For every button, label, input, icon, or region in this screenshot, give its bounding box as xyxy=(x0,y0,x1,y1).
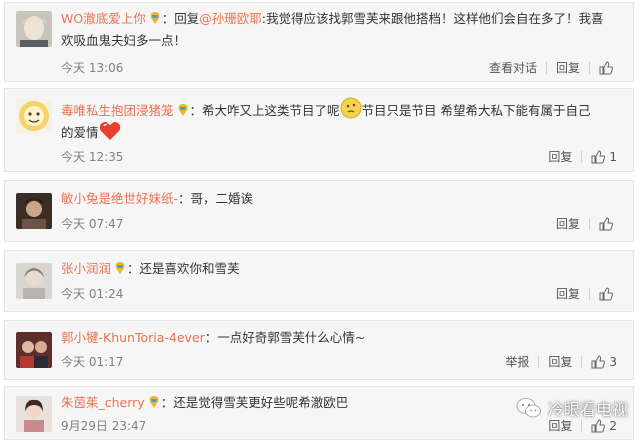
reply-label: ：回复 xyxy=(161,11,200,26)
reply-button[interactable]: 回复 xyxy=(547,286,589,302)
watermark: 冷眼看电视 xyxy=(516,396,628,420)
comment-card: 毒唯私生抱团浸猪笼 ：希大咋又上这类节目了呢 节目只是节目 希望希大私下能有属于自己… xyxy=(4,88,634,172)
username-link[interactable]: 毒唯私生抱团浸猪笼 xyxy=(61,103,174,118)
comment-text-line2: 欢吸血鬼夫妇多一点！ xyxy=(61,30,617,52)
reply-button[interactable]: 回复 xyxy=(547,60,589,76)
member-badge-icon xyxy=(176,102,190,116)
comment-time: 今天 13:06 xyxy=(61,61,124,75)
like-count: 2 xyxy=(609,419,617,433)
username-link[interactable]: 郭小犍-KhunToria-4ever xyxy=(61,330,205,345)
member-badge-icon xyxy=(148,10,162,24)
like-button[interactable]: 3 xyxy=(582,355,617,369)
comment-text-line1: 郭小犍-KhunToria-4ever：一点好奇郭雪芙什么心情~ xyxy=(61,327,617,349)
comment-text-line1: 敏小兔是绝世好妹纸-：哥，二婚诶 xyxy=(61,188,617,210)
comment-time: 今天 01:17 xyxy=(61,355,124,369)
like-button[interactable]: 1 xyxy=(582,150,617,164)
comment-text: ：一点好奇郭雪芙什么心情~ xyxy=(204,330,366,345)
like-button[interactable]: 2 xyxy=(582,419,617,433)
username-link[interactable]: 张小润润 xyxy=(61,261,111,276)
thumbs-up-icon xyxy=(591,355,606,369)
like-count: 1 xyxy=(609,150,617,164)
comment-card: 敏小兔是绝世好妹纸-：哥，二婚诶 今天 07:47 回复 xyxy=(4,180,634,242)
like-button[interactable] xyxy=(590,61,617,75)
reply-button[interactable]: 回复 xyxy=(547,216,589,232)
avatar[interactable] xyxy=(16,396,52,432)
watermark-text: 冷眼看电视 xyxy=(547,400,628,419)
avatar[interactable] xyxy=(16,332,52,368)
reply-button[interactable]: 回复 xyxy=(539,418,581,434)
wechat-icon xyxy=(516,398,541,418)
username-link[interactable]: 朱茵茱_cherry xyxy=(61,395,145,410)
comment-actions: 回复 xyxy=(547,216,617,232)
view-conversation-link[interactable]: 查看对话 xyxy=(480,60,546,76)
member-badge-icon xyxy=(113,260,127,274)
thumbs-up-icon xyxy=(599,61,613,75)
comment-text-cont: 节目只是节目 希望希大私下能有属于自己 xyxy=(361,103,591,118)
comment-text: ：还是喜欢你和雪芙 xyxy=(127,261,240,276)
mention-link[interactable]: @孙珊欧耶 xyxy=(199,11,262,26)
comment-time: 今天 12:35 xyxy=(61,150,124,164)
comment-text: ：还是觉得雪芙更好些呢希澈欧巴 xyxy=(160,395,349,410)
thumbs-up-icon xyxy=(591,419,606,433)
thumbs-up-icon xyxy=(599,287,613,301)
comment-card: WO澈底爱上你 ：回复@孙珊欧耶:我觉得应该找郭雪芙来跟他搭档！这样他们会自在多了… xyxy=(4,2,634,82)
comment-text-line1: WO澈底爱上你 ：回复@孙珊欧耶:我觉得应该找郭雪芙来跟他搭档！这样他们会自在多了… xyxy=(61,8,617,30)
avatar[interactable] xyxy=(16,11,52,47)
reply-button[interactable]: 回复 xyxy=(539,149,581,165)
comment-text-continued: 的爱情 xyxy=(61,125,99,140)
comment-text: ：希大咋又上这类节目了呢 xyxy=(189,103,340,118)
comment-time: 今天 07:47 xyxy=(61,217,124,231)
comment-text-line1: 张小润润 ：还是喜欢你和雪芙 xyxy=(61,258,617,280)
avatar[interactable] xyxy=(16,193,52,229)
member-badge-icon xyxy=(147,394,161,408)
report-button[interactable]: 举报 xyxy=(496,354,538,370)
reply-button[interactable]: 回复 xyxy=(539,354,581,370)
comment-card: 张小润润 ：还是喜欢你和雪芙 今天 01:24 回复 xyxy=(4,250,634,312)
username-link[interactable]: 敏小兔是绝世好妹纸- xyxy=(61,191,178,206)
avatar[interactable] xyxy=(16,263,52,299)
thumbs-up-icon xyxy=(599,217,613,231)
like-button[interactable] xyxy=(590,217,617,231)
comment-actions: 回复 xyxy=(547,286,617,302)
thumbs-up-icon xyxy=(591,150,606,164)
comment-actions: 回复 2 xyxy=(539,418,617,434)
comment-text-line2: 的爱情 xyxy=(61,121,617,148)
comment-time: 今天 01:24 xyxy=(61,287,124,301)
like-button[interactable] xyxy=(590,287,617,301)
comment-actions: 举报 回复 3 xyxy=(496,354,617,370)
comment-text: :我觉得应该找郭雪芙来跟他搭档！这样他们会自在多了！我喜 xyxy=(261,11,604,26)
comment-actions: 回复 1 xyxy=(539,149,617,165)
comment-actions: 查看对话 回复 xyxy=(480,60,617,76)
comment-time: 9月29日 23:47 xyxy=(61,419,147,433)
like-count: 3 xyxy=(609,355,617,369)
avatar[interactable] xyxy=(16,98,52,134)
comment-text-continued: 欢吸血鬼夫妇多一点！ xyxy=(61,33,187,48)
comment-text: ：哥，二婚诶 xyxy=(178,191,254,206)
heart-icon xyxy=(99,121,121,148)
username-link[interactable]: WO澈底爱上你 xyxy=(61,11,146,26)
comment-card: 郭小犍-KhunToria-4ever：一点好奇郭雪芙什么心情~ 今天 01:1… xyxy=(4,320,634,380)
